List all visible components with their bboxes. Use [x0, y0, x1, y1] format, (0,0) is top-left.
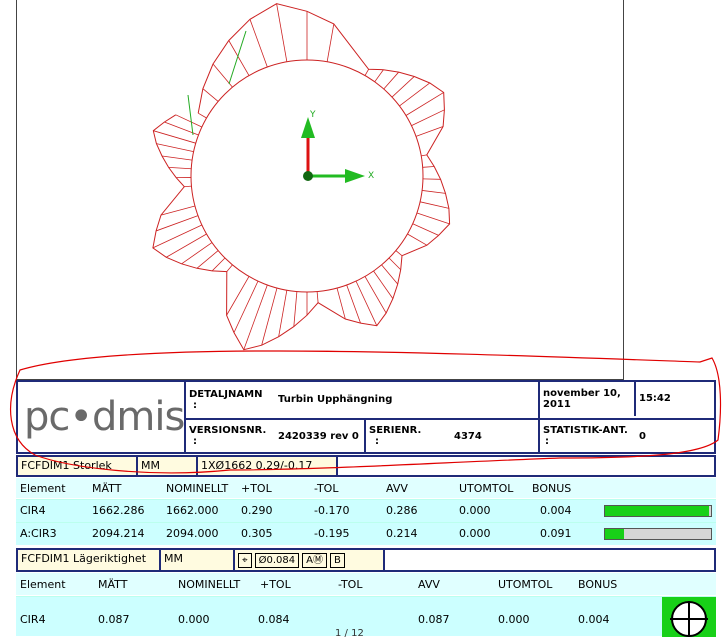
deviation-whisker — [317, 292, 318, 303]
serienr-value: 4374 — [454, 431, 482, 442]
fcf-position-band: FCFDIM1 Lägeriktighet MM ⌖Ø0.084AⓂB — [16, 548, 716, 572]
position-target-icon — [662, 597, 716, 637]
statistik-value: 0 — [639, 431, 646, 442]
x-axis-arrow — [345, 169, 365, 183]
deviation-whisker — [423, 166, 435, 167]
detaljnamn-label: DETALJNAMN — [189, 389, 262, 400]
page-indicator: 1 / 12 — [335, 628, 364, 639]
deviation-whisker — [412, 110, 445, 126]
fcf-position-spec: ⌖Ø0.084AⓂB — [235, 550, 385, 570]
deviation-whisker — [203, 89, 218, 102]
detaljnamn-value: Turbin Upphängning — [278, 394, 392, 405]
table-row[interactable]: CIR4 0.087 0.000 0.084 0.087 0.000 0.004 — [16, 596, 716, 636]
fcf-size-name: FCFDIM1 Storlek — [18, 457, 138, 475]
deviation-whisker — [184, 186, 191, 187]
deviation-whisker — [227, 276, 249, 315]
tolerance-bar-fill — [605, 529, 624, 539]
tolerance-zone: Ø0.084 — [255, 553, 300, 568]
deviation-whisker — [153, 131, 195, 144]
deviation-whisker — [229, 41, 249, 76]
tolerance-bar — [604, 528, 712, 540]
fcf-position-units: MM — [161, 550, 235, 570]
deviation-whisker — [244, 285, 268, 350]
fcf-size-spec: 1XØ1662 0.29/-0.17 — [198, 457, 338, 475]
fcf-size-units: MM — [138, 457, 198, 475]
versionsnr-value: 2420339 rev 0 — [278, 431, 359, 442]
deviation-whisker — [162, 156, 192, 160]
deviation-ok-segment — [229, 31, 246, 84]
deviation-whisker — [347, 285, 361, 323]
deviation-whisker — [262, 288, 277, 345]
deviation-whisker — [277, 4, 287, 62]
deviation-whisker — [166, 234, 206, 257]
deviation-whisker — [422, 190, 445, 193]
deviation-whisker — [294, 292, 297, 327]
deviation-whisker — [416, 126, 443, 136]
report-date: november 10, 2011 — [543, 388, 629, 410]
report-time: 15:42 — [639, 393, 671, 404]
origin-axes: Y X — [301, 110, 374, 183]
deviation-whisker — [234, 281, 258, 332]
deviation-whisker — [413, 224, 439, 236]
position-icon: ⌖ — [238, 553, 252, 568]
deviation-whisker — [406, 92, 444, 115]
deviation-whisker — [421, 155, 427, 156]
deviation-envelope — [153, 4, 450, 350]
deviation-whiskers — [153, 4, 450, 350]
deviation-whisker — [169, 167, 192, 168]
deviation-whisker — [250, 19, 267, 67]
deviation-whisker — [227, 265, 233, 272]
deviation-whisker — [198, 113, 206, 118]
deviation-whisker — [417, 213, 450, 224]
deviation-ok-segment — [188, 95, 193, 135]
deviation-whisker — [279, 290, 287, 336]
statistik-label: STATISTIK-ANT. — [543, 425, 628, 436]
versionsnr-label: VERSIONSNR. — [189, 425, 266, 436]
deviation-whisker — [407, 234, 426, 245]
deviation-plot: Y X — [17, 0, 625, 380]
deviation-whisker — [396, 251, 402, 256]
report-header: pc•dmis DETALJNAMN : Turbin Upphängning … — [16, 380, 716, 454]
deviation-whisker — [164, 122, 198, 135]
deviation-whisker — [212, 258, 225, 271]
table1-header: Element MÄTT NOMINELLT +TOL -TOL AVV UTO… — [16, 478, 716, 498]
fcf-size-band: FCFDIM1 Storlek MM 1XØ1662 0.29/-0.17 — [16, 455, 716, 477]
datum-b: B — [330, 553, 345, 568]
deviation-whisker — [365, 69, 369, 75]
deviation-whisker — [382, 265, 398, 284]
table-row[interactable]: A:CIR3 2094.214 2094.000 0.305 -0.195 0.… — [16, 522, 716, 545]
fcf-position-name: FCFDIM1 Lägeriktighet — [18, 550, 161, 570]
deviation-whisker — [197, 251, 218, 269]
table2-header: Element MÄTT NOMINELLT +TOL -TOL AVV UTO… — [16, 573, 716, 595]
y-axis-label: Y — [309, 110, 316, 120]
x-axis-label: X — [368, 171, 374, 181]
deviation-whisker — [156, 216, 198, 231]
deviation-whisker — [161, 206, 195, 215]
deviation-whisker — [389, 258, 401, 270]
deviation-whisker — [156, 144, 193, 152]
table-row[interactable]: CIR4 1662.286 1662.000 0.290 -0.170 0.28… — [16, 499, 716, 522]
origin-marker — [303, 171, 313, 181]
deviation-whisker — [384, 72, 399, 89]
y-axis-arrow — [301, 117, 315, 138]
plot-area[interactable]: Y X — [16, 0, 624, 380]
deviation-whisker — [420, 202, 449, 209]
datum-a: AⓂ — [302, 553, 327, 568]
pcdmis-logo: pc•dmis — [24, 394, 184, 440]
deviation-whisker — [327, 24, 334, 62]
serienr-label: SERIENR. — [369, 425, 421, 436]
deviation-whisker — [176, 115, 202, 127]
tolerance-bar-fill — [605, 506, 709, 516]
deviation-whisker — [153, 225, 202, 248]
tolerance-bar — [604, 505, 712, 517]
deviation-whisker — [392, 76, 414, 97]
deviation-whisker — [375, 70, 384, 82]
